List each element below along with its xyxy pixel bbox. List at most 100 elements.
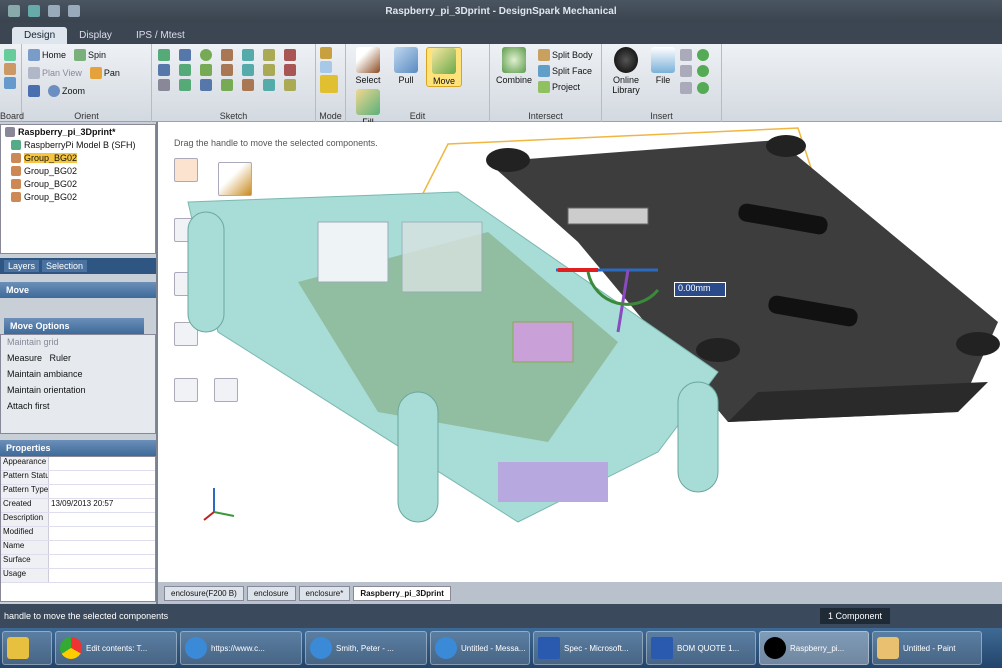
bend-icon[interactable] (221, 79, 233, 91)
delete-icon[interactable] (284, 64, 296, 76)
combine-button[interactable]: Combine (494, 47, 534, 95)
tree-item[interactable]: Raspberry_pi_3Dprint* (1, 125, 155, 138)
tree-item[interactable]: Group_BG02 (1, 190, 155, 203)
sweep-icon[interactable] (242, 79, 254, 91)
doc-tab[interactable]: Raspberry_pi_3Dprint (353, 585, 451, 601)
project-sketch-icon[interactable] (263, 79, 275, 91)
arc-icon[interactable] (221, 49, 233, 61)
equation-icon[interactable] (680, 81, 692, 94)
cut-icon[interactable] (4, 77, 16, 89)
usb-connector (317, 221, 389, 283)
design-canvas[interactable]: Drag the handle to move the selected com… (158, 122, 1002, 582)
ie-task[interactable]: Smith, Peter - ... (305, 631, 427, 665)
spin-button[interactable]: Spin (72, 47, 108, 63)
three-point-icon[interactable] (200, 79, 212, 91)
tangent-icon[interactable] (179, 79, 191, 91)
doc-tab[interactable]: enclosure (246, 585, 296, 601)
measure-box[interactable]: 0.00mm (674, 282, 726, 297)
paste-icon[interactable] (4, 49, 16, 61)
shell-icon[interactable] (697, 81, 709, 94)
tab-display[interactable]: Display (67, 27, 124, 44)
maintain-ambiance-option[interactable]: Maintain ambiance (1, 367, 155, 383)
sketch-mode-icon[interactable] (320, 47, 332, 59)
cube-button[interactable] (26, 83, 42, 99)
move-tool-button[interactable]: Move (426, 47, 462, 87)
property-row[interactable]: Pattern Status (1, 471, 155, 485)
chrome-task[interactable]: Edit contents: T... (55, 631, 177, 665)
pencil-icon[interactable] (284, 79, 296, 91)
select-sketch-icon[interactable] (158, 79, 170, 91)
copy-icon[interactable] (4, 63, 16, 75)
construction-icon[interactable] (263, 64, 275, 76)
fillet-icon[interactable] (221, 64, 233, 76)
axis-icon[interactable] (680, 65, 692, 78)
zoom-button[interactable]: Zoom (46, 83, 87, 99)
tab-selection[interactable]: Selection (42, 260, 88, 272)
property-row[interactable]: Pattern Type (1, 485, 155, 499)
split-face-button[interactable]: Split Face (536, 63, 595, 79)
rectangle-icon[interactable] (179, 49, 191, 61)
circle-icon[interactable] (200, 49, 212, 61)
tab-design[interactable]: Design (12, 27, 68, 44)
case-post (677, 381, 719, 493)
undo-icon[interactable] (48, 5, 60, 17)
property-row[interactable]: Description (1, 513, 155, 527)
spline-icon[interactable] (242, 49, 254, 61)
pan-button[interactable]: Pan (88, 65, 122, 81)
tree-item[interactable]: RaspberryPi Model B (SFH) (1, 138, 155, 151)
ie-task[interactable]: https://www.c... (180, 631, 302, 665)
split-body-button[interactable]: Split Body (536, 47, 595, 63)
maintain-grid-option[interactable]: Maintain grid (1, 335, 155, 351)
property-row[interactable]: Name (1, 541, 155, 555)
options-header[interactable]: Move Options (4, 318, 144, 334)
polygon-icon[interactable] (158, 64, 170, 76)
origin-icon[interactable] (697, 65, 709, 78)
maintain-orientation-option[interactable]: Maintain orientation (1, 383, 155, 399)
section-mode-icon[interactable] (320, 61, 332, 73)
file-explorer-task[interactable] (2, 631, 52, 665)
image-icon[interactable] (680, 49, 692, 61)
property-row[interactable]: Surface (1, 555, 155, 569)
doc-tab[interactable]: enclosure* (298, 585, 351, 601)
tree-item[interactable]: Group_BG02 (1, 164, 155, 177)
doc-tab[interactable]: enclosure(F200 B) (164, 585, 244, 601)
property-row[interactable]: Modified (1, 527, 155, 541)
measure-option[interactable]: Measure Ruler (1, 351, 155, 367)
project-button[interactable]: Project (536, 79, 595, 95)
tree-item[interactable]: Group_BG02 (1, 151, 155, 164)
tab-ips[interactable]: IPS / Mtest (124, 27, 197, 44)
line-icon[interactable] (158, 49, 170, 61)
designspark-task[interactable]: Raspberry_pi... (759, 631, 869, 665)
property-row[interactable]: Created 13/09/2013 20:57 (1, 499, 155, 513)
attach-first-option[interactable]: Attach first (1, 399, 155, 415)
redo-icon[interactable] (68, 5, 80, 17)
file-button[interactable]: File (648, 47, 678, 95)
properties-header[interactable]: Properties (0, 440, 156, 456)
3d-mode-icon[interactable] (320, 75, 338, 93)
paint-task[interactable]: Untitled - Paint (872, 631, 982, 665)
pull-tool-button[interactable]: Pull (388, 47, 424, 87)
point-icon[interactable] (263, 49, 275, 61)
select-tool-button[interactable]: Select (350, 47, 386, 87)
plane-icon[interactable] (697, 49, 709, 61)
property-row[interactable]: Usage (1, 569, 155, 583)
word-task[interactable]: Spec - Microsoft... (533, 631, 643, 665)
tab-layers[interactable]: Layers (4, 260, 40, 272)
lid-boss (486, 148, 530, 172)
offset-icon[interactable] (200, 64, 212, 76)
mirror-icon[interactable] (242, 64, 254, 76)
ellipse-icon[interactable] (179, 64, 191, 76)
trim-icon[interactable] (284, 49, 296, 61)
word-task[interactable]: BOM QUOTE 1... (646, 631, 756, 665)
app-icon[interactable] (8, 5, 20, 17)
tree-item[interactable]: Group_BG02 (1, 177, 155, 190)
selection-count[interactable]: 1 Component (820, 608, 891, 624)
plan-view-button[interactable]: Plan View (26, 65, 84, 81)
move-panel-header[interactable]: Move (0, 282, 156, 298)
mini-toolbar[interactable] (567, 207, 649, 225)
ie-task[interactable]: Untitled - Messa... (430, 631, 530, 665)
online-library-button[interactable]: Online Library (606, 47, 646, 95)
home-button[interactable]: Home (26, 47, 68, 63)
save-icon[interactable] (28, 5, 40, 17)
property-row[interactable]: Appearance (1, 457, 155, 471)
